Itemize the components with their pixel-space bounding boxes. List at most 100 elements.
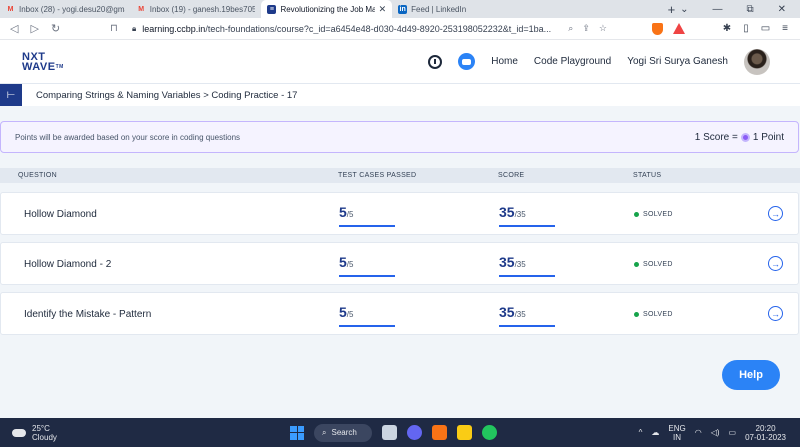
open-question-arrow-icon[interactable]: → (768, 306, 783, 321)
column-score: SCORE (498, 172, 525, 179)
taskbar-apps: ⌕ Search (290, 423, 497, 442)
onedrive-icon[interactable]: ☁ (651, 428, 659, 437)
avatar[interactable] (744, 48, 770, 75)
column-question: QUESTION (18, 172, 57, 179)
bookmark-icon[interactable]: ⊓ (110, 23, 132, 34)
passed-progress-bar (339, 225, 395, 227)
question-name[interactable]: Hollow Diamond (24, 209, 97, 220)
sidebar-toggle-button[interactable]: ⊢ (0, 84, 22, 106)
volume-icon[interactable]: ◁) (711, 428, 720, 437)
question-name[interactable]: Identify the Mistake - Pattern (24, 309, 151, 320)
breadcrumb[interactable]: Comparing Strings & Naming Variables > C… (36, 90, 297, 101)
navigation-buttons: ◁ ▷ ↻ (0, 22, 110, 35)
score: 35/35 (499, 254, 555, 277)
status-badge: SOLVED (634, 261, 673, 268)
url-text[interactable]: learning.ccbp.in/tech-foundations/course… (142, 24, 562, 34)
table-row[interactable]: Hollow Diamond 5/5 35/35 SOLVED → (0, 192, 799, 235)
brave-browser-icon[interactable] (432, 425, 447, 440)
sidebar-icon[interactable]: ▯ (743, 23, 749, 34)
chat-icon[interactable] (458, 53, 476, 70)
forward-icon[interactable]: ▷ (30, 22, 38, 35)
test-cases-passed: 5/5 (339, 304, 395, 327)
score: 35/35 (499, 304, 555, 327)
zoom-icon[interactable]: ⌕ (568, 23, 573, 34)
tab-title: Feed | LinkedIn (411, 4, 467, 14)
taskbar: 25°C Cloudy ⌕ Search ^ ☁ ENG IN ◠ ◁) ▭ 20… (0, 418, 800, 447)
weather-condition: Cloudy (32, 432, 57, 442)
breadcrumb-bar: ⊢ Comparing Strings & Naming Variables >… (0, 84, 800, 106)
wallet-icon[interactable]: ▭ (761, 23, 770, 34)
url-field[interactable]: 🔒︎ learning.ccbp.in/tech-foundations/cou… (132, 23, 632, 34)
language-indicator[interactable]: ENG IN (668, 424, 685, 442)
nav-code-playground[interactable]: Code Playground (534, 56, 611, 67)
reload-icon[interactable]: ↻ (51, 22, 60, 35)
new-tab-button[interactable]: + (663, 0, 680, 18)
whatsapp-icon[interactable] (482, 425, 497, 440)
test-cases-passed: 5/5 (339, 204, 395, 227)
folder-icon[interactable] (457, 425, 472, 440)
passed-progress-bar (339, 325, 395, 327)
open-question-arrow-icon[interactable]: → (768, 256, 783, 271)
lock-icon: 🔒︎ (132, 23, 137, 33)
address-bar: ◁ ▷ ↻ ⊓ 🔒︎ learning.ccbp.in/tech-foundat… (0, 18, 800, 40)
points-banner: Points will be awarded based on your sco… (0, 121, 799, 153)
taskbar-search[interactable]: ⌕ Search (314, 423, 372, 442)
battery-icon[interactable]: ▭ (729, 428, 737, 437)
app-header: NXT WAVETM Home Code Playground Yogi Sri… (0, 40, 800, 84)
nxtwave-icon: ≡ (267, 4, 277, 14)
table-row[interactable]: Hollow Diamond - 2 5/5 35/35 SOLVED → (0, 242, 799, 285)
sidebar-toggle-icon: ⊢ (6, 89, 16, 101)
close-tab-icon[interactable]: ✕ (379, 4, 387, 15)
chevron-down-icon[interactable]: ⌄ (680, 4, 688, 15)
browser-tab-active[interactable]: ≡ Revolutionizing the Job Market | N ✕ (261, 0, 393, 18)
open-question-arrow-icon[interactable]: → (768, 206, 783, 221)
nav-home[interactable]: Home (491, 56, 518, 67)
status-badge: SOLVED (634, 211, 673, 218)
points-conversion: 1 Score = 1 Point (694, 131, 784, 143)
windows-start-icon[interactable] (290, 425, 304, 440)
temperature: 25°C (32, 423, 50, 433)
restore-icon[interactable]: ⧉ (746, 4, 753, 15)
clock[interactable]: 20:20 07-01-2023 (745, 424, 786, 442)
passed-progress-bar (339, 275, 395, 277)
browser-tab-strip: M Inbox (28) - yogi.desu20@gmail.com M I… (0, 0, 800, 18)
table-row[interactable]: Identify the Mistake - Pattern 5/5 35/35… (0, 292, 799, 335)
brave-rewards-icon[interactable] (673, 23, 685, 34)
back-icon[interactable]: ◁ (10, 22, 18, 35)
menu-icon[interactable]: ≡ (782, 23, 788, 34)
score-progress-bar (499, 225, 555, 227)
file-explorer-taskview-icon[interactable] (382, 425, 397, 440)
test-cases-passed: 5/5 (339, 254, 395, 277)
browser-tab[interactable]: in Feed | LinkedIn (392, 0, 523, 18)
star-icon[interactable]: ☆ (599, 23, 607, 34)
help-button[interactable]: Help (722, 360, 780, 390)
score-progress-bar (499, 275, 555, 277)
column-status: STATUS (633, 172, 662, 179)
cloud-icon (12, 428, 26, 437)
weather-widget[interactable]: 25°C Cloudy (0, 424, 200, 442)
close-window-icon[interactable]: ✕ (778, 4, 786, 15)
solved-dot-icon (634, 312, 639, 317)
wifi-icon[interactable]: ◠ (695, 428, 702, 437)
omnibox-icons: ⌕ ⇪ ☆ (568, 23, 607, 34)
question-name[interactable]: Hollow Diamond - 2 (24, 259, 111, 270)
timer-icon[interactable] (428, 54, 443, 69)
chevron-up-icon[interactable]: ^ (639, 428, 643, 437)
search-icon: ⌕ (322, 427, 327, 437)
browser-tab[interactable]: M Inbox (28) - yogi.desu20@gmail.com (0, 0, 131, 18)
share-icon[interactable]: ⇪ (582, 23, 590, 34)
extensions-icon[interactable]: ✱ (723, 23, 731, 34)
column-test-cases-passed: TEST CASES PASSED (338, 172, 417, 179)
brave-shield-icon[interactable] (652, 22, 663, 35)
extensions (652, 22, 685, 35)
status-badge: SOLVED (634, 311, 673, 318)
point-coin-icon (740, 132, 750, 142)
chat-app-icon[interactable] (407, 425, 422, 440)
gmail-icon: M (7, 5, 14, 13)
browser-tab[interactable]: M Inbox (19) - ganesh.19bes7051@vitap (131, 0, 262, 18)
linkedin-icon: in (398, 4, 408, 14)
nxtwave-logo[interactable]: NXT WAVETM (22, 51, 64, 72)
user-name[interactable]: Yogi Sri Surya Ganesh (627, 56, 728, 67)
score: 35/35 (499, 204, 555, 227)
minimize-icon[interactable]: — (712, 4, 722, 15)
